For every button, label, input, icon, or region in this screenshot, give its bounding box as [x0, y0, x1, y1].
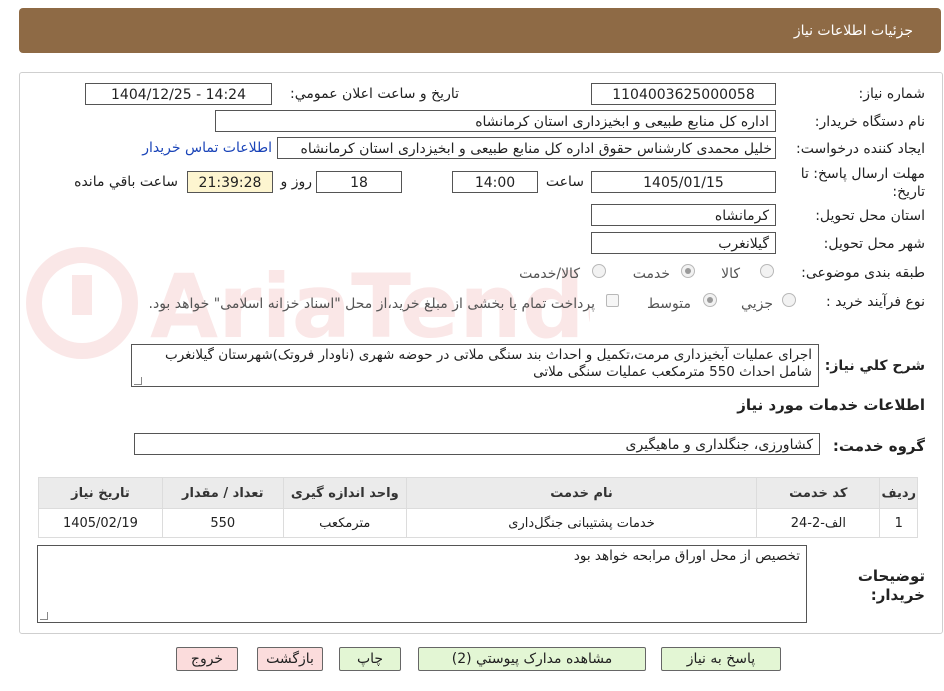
- category-goods-label: کالا: [721, 266, 740, 282]
- deadline-time-field: 14:00: [452, 171, 538, 193]
- category-both-label: کالا/خدمت: [519, 266, 580, 282]
- city-label: شهر محل تحویل:: [823, 236, 925, 252]
- requester-field: خلیل محمدی کارشناس حقوق اداره کل منابع ط…: [277, 137, 776, 159]
- process-medium-radio[interactable]: [703, 293, 717, 307]
- deadline-label-line1: مهلت ارسال پاسخ: تا: [800, 166, 925, 182]
- category-label: طبقه بندی موضوعی:: [801, 265, 925, 281]
- process-minor-label: جزیي: [741, 296, 773, 312]
- exit-button[interactable]: خروج: [176, 647, 238, 671]
- announce-datetime-field: 1404/12/25 - 14:24: [85, 83, 272, 105]
- services-info-heading: اطلاعات خدمات مورد نیاز: [737, 396, 925, 414]
- category-service-label: خدمت: [632, 266, 670, 282]
- table-header-row: ردیف کد خدمت نام خدمت واحد اندازه گیری ت…: [38, 477, 918, 509]
- remaining-time-field: 21:39:28: [187, 171, 273, 193]
- col-unit-header: واحد اندازه گیری: [282, 477, 407, 509]
- deadline-date-field: 1405/01/15: [591, 171, 776, 193]
- table-row: 1 الف-2-24 خدمات پشتیبانی جنگل‌داری مترم…: [38, 508, 918, 538]
- process-label: نوع فرآیند خرید :: [826, 294, 925, 310]
- cell-name: خدمات پشتیبانی جنگل‌داری: [405, 508, 758, 538]
- resize-handle-icon[interactable]: [134, 377, 142, 385]
- days-label: روز و: [280, 174, 313, 190]
- province-field: کرمانشاه: [591, 204, 776, 226]
- category-both-radio[interactable]: [592, 264, 606, 278]
- contact-buyer-link[interactable]: اطلاعات تماس خریدار: [142, 140, 272, 156]
- col-name-header: نام خدمت: [405, 477, 758, 509]
- col-row-header: ردیف: [879, 477, 918, 509]
- cell-code: الف-2-24: [756, 508, 881, 538]
- view-attachments-button[interactable]: مشاهده مدارک پیوستي (2): [418, 647, 646, 671]
- buyer-org-label: نام دستگاه خریدار:: [814, 114, 925, 130]
- general-desc-text: اجرای عملیات آبخیزداری مرمت،تکمیل و احدا…: [164, 347, 812, 380]
- need-number-label: شماره نیاز:: [858, 86, 926, 102]
- buyer-notes-label-line2: خریدار:: [870, 586, 925, 604]
- notes-resize-handle-icon[interactable]: [40, 612, 48, 620]
- announce-date-label: تاریخ و ساعت اعلان عمومي:: [290, 86, 459, 102]
- cell-unit: مترمکعب: [282, 508, 407, 538]
- deadline-label-line2: تاریخ:: [892, 184, 925, 200]
- buyer-notes-field: تخصیص از محل اوراق مرابحه خواهد بود: [37, 545, 807, 623]
- buyer-org-field: اداره کل منابع طبیعی و ابخیزداری استان ک…: [215, 110, 776, 132]
- print-button[interactable]: چاپ: [339, 647, 401, 671]
- service-group-label: گروه خدمت:: [832, 437, 925, 455]
- process-medium-label: متوسط: [647, 296, 691, 312]
- treasury-payment-checkbox[interactable]: [606, 294, 619, 307]
- col-quantity-header: تعداد / مقدار: [161, 477, 284, 509]
- treasury-payment-note: پرداخت تمام یا بخشی از مبلغ خرید،از محل …: [148, 296, 595, 312]
- category-goods-radio[interactable]: [760, 264, 774, 278]
- requester-label: ایجاد کننده درخواست:: [796, 141, 925, 157]
- need-number-field: 1104003625000058: [591, 83, 776, 105]
- page-title: جزئیات اطلاعات نیاز: [793, 23, 913, 39]
- col-date-header: تاریخ نیاز: [38, 477, 163, 509]
- remaining-label: ساعت باقي مانده: [74, 174, 178, 190]
- services-table: ردیف کد خدمت نام خدمت واحد اندازه گیری ت…: [38, 477, 918, 538]
- buyer-notes-text: تخصیص از محل اوراق مرابحه خواهد بود: [573, 548, 800, 564]
- service-group-field: کشاورزی، جنگلداری و ماهیگیری: [134, 433, 820, 455]
- days-field: 18: [316, 171, 402, 193]
- general-desc-label: شرح کلي نیاز:: [824, 358, 925, 374]
- city-field: گیلانغرب: [591, 232, 776, 254]
- process-minor-radio[interactable]: [782, 293, 796, 307]
- back-button[interactable]: بازگشت: [257, 647, 323, 671]
- category-service-radio[interactable]: [681, 264, 695, 278]
- col-code-header: کد خدمت: [756, 477, 881, 509]
- province-label: استان محل تحویل:: [815, 208, 925, 224]
- buyer-notes-label-line1: توضیحات: [857, 567, 925, 585]
- cell-row: 1: [879, 508, 918, 538]
- cell-quantity: 550: [161, 508, 284, 538]
- cell-date: 1405/02/19: [38, 508, 163, 538]
- reply-button[interactable]: پاسخ به نیاز: [661, 647, 781, 671]
- deadline-time-label: ساعت: [545, 174, 584, 190]
- page-header: جزئیات اطلاعات نیاز: [19, 8, 941, 53]
- general-desc-field: اجرای عملیات آبخیزداری مرمت،تکمیل و احدا…: [131, 344, 819, 387]
